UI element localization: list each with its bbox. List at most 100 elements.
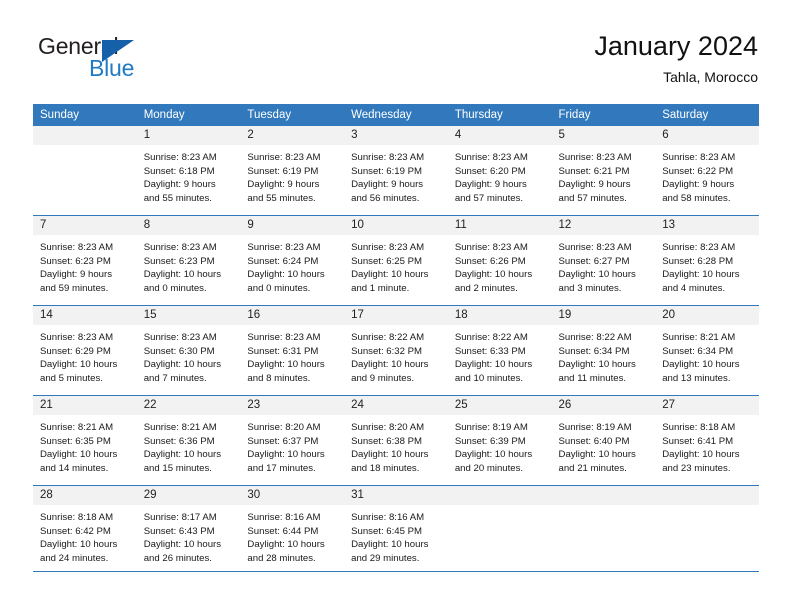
sunrise-line: Sunrise: 8:23 AM xyxy=(143,152,217,163)
calendar-day-cell[interactable]: 5 Sunrise: 8:23 AM Sunset: 6:21 PM Daylight… xyxy=(551,126,656,216)
calendar-day-cell[interactable]: 15 Sunrise: 8:23 AM Sunset: 6:30 PM Dayligh… xyxy=(136,305,241,396)
calendar-day-cell-empty xyxy=(655,485,759,575)
calendar-day-cell[interactable]: 12 Sunrise: 8:23 AM Sunset: 6:27 PM Dayligh… xyxy=(551,215,656,306)
calendar-day-cell[interactable]: 20 Sunrise: 8:21 AM Sunset: 6:34 PM Dayligh… xyxy=(655,305,759,396)
day-number: 10 xyxy=(344,216,448,235)
daylight-line-cont: and 55 minutes. xyxy=(247,192,316,204)
day-sun-info: Sunrise: 8:23 AM Sunset: 6:31 PM Daylight:… xyxy=(240,325,344,385)
sunrise-line: Sunrise: 8:23 AM xyxy=(143,242,217,253)
calendar-day-cell[interactable]: 18 Sunrise: 8:22 AM Sunset: 6:33 PM Dayligh… xyxy=(447,305,552,396)
day-sun-info: Sunrise: 8:23 AM Sunset: 6:20 PM Daylight:… xyxy=(448,145,552,205)
calendar-day-cell-empty xyxy=(447,485,552,575)
daylight-line: Daylight: 9 hours xyxy=(351,179,424,191)
day-number: 11 xyxy=(447,216,552,235)
daylight-line: Daylight: 9 hours xyxy=(558,179,631,191)
calendar-day-cell[interactable]: 27 Sunrise: 8:18 AM Sunset: 6:41 PM Dayligh… xyxy=(655,395,759,486)
daylight-line-cont: and 3 minutes. xyxy=(558,282,622,294)
daylight-line: Daylight: 10 hours xyxy=(454,269,533,281)
calendar-day-cell[interactable]: 6 Sunrise: 8:23 AM Sunset: 6:22 PM Daylight… xyxy=(655,126,759,216)
location-subtitle: Tahla, Morocco xyxy=(663,69,758,85)
day-number: 21 xyxy=(33,396,137,415)
calendar-day-cell[interactable]: 16 Sunrise: 8:23 AM Sunset: 6:31 PM Dayligh… xyxy=(240,305,345,396)
day-number: 17 xyxy=(344,306,448,325)
calendar-day-cell[interactable]: 17 Sunrise: 8:22 AM Sunset: 6:32 PM Dayligh… xyxy=(344,305,448,396)
day-number: 2 xyxy=(240,126,345,145)
calendar-day-cell[interactable]: 4 Sunrise: 8:23 AM Sunset: 6:20 PM Daylight… xyxy=(447,126,552,216)
day-number: 30 xyxy=(240,486,345,505)
calendar-day-cell[interactable]: 29 Sunrise: 8:17 AM Sunset: 6:43 PM Dayligh… xyxy=(136,485,241,575)
calendar-day-cell[interactable]: 8 Sunrise: 8:23 AM Sunset: 6:23 PM Daylight… xyxy=(136,215,241,306)
calendar-day-cell[interactable]: 21 Sunrise: 8:21 AM Sunset: 6:35 PM Dayligh… xyxy=(33,395,137,486)
weekday-header-sunday: Sunday xyxy=(33,104,137,126)
calendar-day-cell[interactable]: 30 Sunrise: 8:16 AM Sunset: 6:44 PM Dayligh… xyxy=(240,485,345,575)
sunset-line: Sunset: 6:39 PM xyxy=(454,435,526,447)
calendar-day-cell[interactable]: 19 Sunrise: 8:22 AM Sunset: 6:34 PM Dayligh… xyxy=(551,305,656,396)
day-sun-info: Sunrise: 8:23 AM Sunset: 6:23 PM Daylight:… xyxy=(137,235,241,295)
sunset-line: Sunset: 6:32 PM xyxy=(351,345,423,357)
day-sun-info: Sunrise: 8:23 AM Sunset: 6:22 PM Daylight:… xyxy=(655,145,759,205)
logo-text-blue: Blue xyxy=(89,55,135,81)
daylight-line-cont: and 26 minutes. xyxy=(143,552,212,564)
weekday-header-tuesday: Tuesday xyxy=(240,104,345,126)
day-sun-info: Sunrise: 8:23 AM Sunset: 6:26 PM Daylight:… xyxy=(448,235,552,295)
calendar-day-cell[interactable]: 1 Sunrise: 8:23 AM Sunset: 6:18 PM Daylight… xyxy=(136,126,241,216)
calendar-day-cell[interactable]: 28 Sunrise: 8:18 AM Sunset: 6:42 PM Dayligh… xyxy=(33,485,137,575)
sunset-line: Sunset: 6:30 PM xyxy=(143,345,215,357)
calendar-header-row-group: Sunday Monday Tuesday Wednesday Thursday… xyxy=(33,104,759,126)
calendar-day-cell[interactable]: 10 Sunrise: 8:23 AM Sunset: 6:25 PM Dayligh… xyxy=(344,215,448,306)
calendar-table: Sunday Monday Tuesday Wednesday Thursday… xyxy=(33,104,759,575)
calendar-day-cell[interactable]: 3 Sunrise: 8:23 AM Sunset: 6:19 PM Daylight… xyxy=(344,126,448,216)
sunrise-line: Sunrise: 8:23 AM xyxy=(40,242,114,253)
calendar-day-cell[interactable]: 7 Sunrise: 8:23 AM Sunset: 6:23 PM Daylight… xyxy=(33,215,137,306)
calendar-day-cell[interactable]: 26 Sunrise: 8:19 AM Sunset: 6:40 PM Dayligh… xyxy=(551,395,656,486)
daylight-line: Daylight: 10 hours xyxy=(40,539,118,551)
day-number: 28 xyxy=(33,486,137,505)
sunset-line: Sunset: 6:24 PM xyxy=(247,255,319,267)
sunset-line: Sunset: 6:23 PM xyxy=(40,255,111,267)
calendar-day-cell[interactable]: 23 Sunrise: 8:20 AM Sunset: 6:37 PM Dayligh… xyxy=(240,395,345,486)
calendar-day-cell[interactable]: 13 Sunrise: 8:23 AM Sunset: 6:28 PM Dayligh… xyxy=(655,215,759,306)
daylight-line-cont: and 28 minutes. xyxy=(247,552,316,564)
sunrise-line: Sunrise: 8:16 AM xyxy=(247,512,321,523)
day-number: 14 xyxy=(33,306,137,325)
calendar-day-cell[interactable]: 31 Sunrise: 8:16 AM Sunset: 6:45 PM Dayligh… xyxy=(344,485,448,575)
calendar-page: General Blue January 2024 Tahla, Morocco… xyxy=(0,0,792,612)
daylight-line: Daylight: 9 hours xyxy=(454,179,527,191)
calendar-body: 1 Sunrise: 8:23 AM Sunset: 6:18 PM Daylight… xyxy=(33,126,759,575)
sunrise-line: Sunrise: 8:19 AM xyxy=(558,422,632,433)
calendar-day-cell[interactable]: 22 Sunrise: 8:21 AM Sunset: 6:36 PM Dayligh… xyxy=(136,395,241,486)
day-number: 6 xyxy=(655,126,759,145)
calendar-day-cell[interactable]: 2 Sunrise: 8:23 AM Sunset: 6:19 PM Daylight… xyxy=(240,126,345,216)
daylight-line-cont: and 57 minutes. xyxy=(558,192,627,204)
calendar-day-cell[interactable]: 14 Sunrise: 8:23 AM Sunset: 6:29 PM Dayligh… xyxy=(33,305,137,396)
day-sun-info: Sunrise: 8:23 AM Sunset: 6:30 PM Daylight:… xyxy=(137,325,241,385)
day-sun-info: Sunrise: 8:17 AM Sunset: 6:43 PM Daylight:… xyxy=(137,505,241,565)
sunrise-line: Sunrise: 8:20 AM xyxy=(351,422,425,433)
daylight-line: Daylight: 10 hours xyxy=(351,539,429,551)
sunset-line: Sunset: 6:44 PM xyxy=(247,525,319,537)
sunset-line: Sunset: 6:31 PM xyxy=(247,345,319,357)
day-sun-info: Sunrise: 8:18 AM Sunset: 6:41 PM Daylight:… xyxy=(655,415,759,475)
day-sun-info: Sunrise: 8:23 AM Sunset: 6:19 PM Daylight:… xyxy=(344,145,448,205)
daylight-line: Daylight: 10 hours xyxy=(143,539,222,551)
daylight-line: Daylight: 10 hours xyxy=(454,449,533,461)
daylight-line-cont: and 1 minute. xyxy=(351,282,410,294)
sunset-line: Sunset: 6:38 PM xyxy=(351,435,423,447)
sunset-line: Sunset: 6:21 PM xyxy=(558,165,630,177)
daylight-line-cont: and 4 minutes. xyxy=(662,282,726,294)
calendar-day-cell[interactable]: 24 Sunrise: 8:20 AM Sunset: 6:38 PM Dayligh… xyxy=(344,395,448,486)
daylight-line-cont: and 58 minutes. xyxy=(662,192,731,204)
calendar-day-cell[interactable]: 9 Sunrise: 8:23 AM Sunset: 6:24 PM Daylight… xyxy=(240,215,345,306)
sunrise-line: Sunrise: 8:23 AM xyxy=(662,152,736,163)
daylight-line-cont: and 8 minutes. xyxy=(247,372,311,384)
sunrise-line: Sunrise: 8:22 AM xyxy=(558,332,632,343)
daylight-line: Daylight: 10 hours xyxy=(454,359,533,371)
sunrise-line: Sunrise: 8:18 AM xyxy=(40,512,114,523)
daylight-line-cont: and 20 minutes. xyxy=(454,462,524,474)
calendar-day-cell[interactable]: 25 Sunrise: 8:19 AM Sunset: 6:39 PM Dayligh… xyxy=(447,395,552,486)
day-number: 24 xyxy=(344,396,448,415)
general-blue-logo[interactable]: General Blue xyxy=(33,33,213,83)
day-sun-info: Sunrise: 8:23 AM Sunset: 6:18 PM Daylight:… xyxy=(137,145,241,205)
day-number: 29 xyxy=(136,486,241,505)
calendar-day-cell[interactable]: 11 Sunrise: 8:23 AM Sunset: 6:26 PM Dayligh… xyxy=(447,215,552,306)
